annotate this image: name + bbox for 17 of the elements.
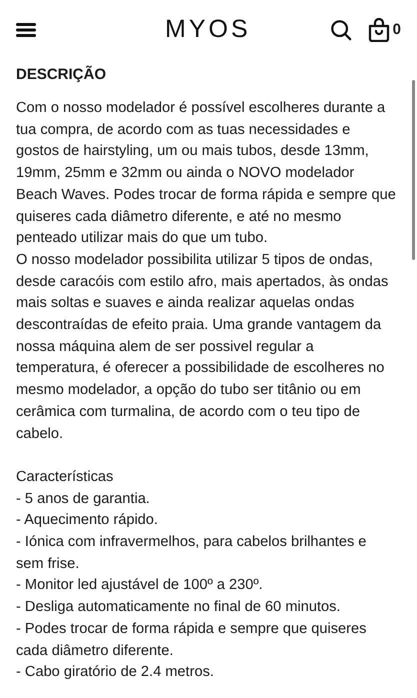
feature-item: - Iónica com infravermelhos, para cabelos brilhantes e sem frise. — [16, 533, 368, 574]
feature-item: - Aquecimento rápido. — [16, 511, 159, 530]
scrollbar-thumb[interactable] — [412, 80, 415, 260]
feature-item: - Monitor led ajustável de 100º a 230º. — [16, 576, 264, 596]
bag-icon[interactable] — [368, 18, 390, 42]
feature-item: - 5 anos de garantia. — [16, 490, 151, 509]
logo[interactable]: MYOS — [165, 11, 251, 49]
features-title: Características — [16, 468, 114, 487]
feature-item: - Podes trocar de forma rápida e sempre que quiseres cada diâmetro diferente. — [16, 620, 368, 661]
section-title: DESCRIÇÃO — [16, 64, 108, 85]
menu-icon[interactable] — [16, 22, 36, 38]
feature-item: - Desliga automaticamente no final de 60 minutos. — [16, 598, 342, 618]
description-paragraph: O nosso modelador possibilita utilizar 5 tipos de ondas, desde caracóis com estilo afro, mais apertados, às ondas mais soltas e suaves e ainda realizar aquelas ondas descontraídas de efeito praia. Uma grande vantagem da nossa máquina alem de ser possivel regular a temperatura, é oferecer a possibilidade de escolheres no mesmo modelador, a opção do tubo ser titânio ou em cerâmica com turmalina, de acordo com o teu tipo de cabelo. — [16, 250, 390, 444]
search-icon[interactable] — [330, 19, 352, 41]
feature-item: - Cabo giratório de 2.4 metros. — [16, 663, 215, 682]
description-paragraph: Com o nosso modelador é possível escolheres durante a tua compra, de acordo com as tuas necessidades e gostos de hairstyling, um ou mais tubos, desde 13mm, 19mm, 25mm e 32mm ou ainda o NOVO modelador Beach Waves. Podes trocar de forma rápida e sempre que quiseres cada diâmetro diferente, e até no mesmo penteado utilizar mais do que um tubo. — [16, 99, 397, 248]
cart-count: 0 — [392, 20, 401, 40]
